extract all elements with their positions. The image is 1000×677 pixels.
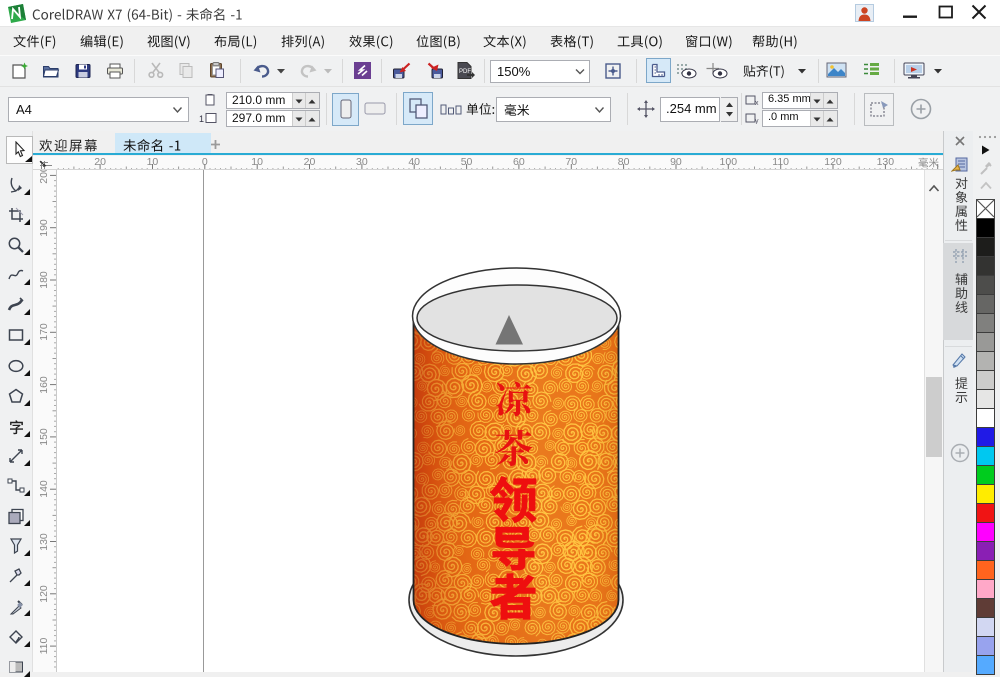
svg-text:x: x bbox=[755, 100, 759, 106]
svg-text:1: 1 bbox=[199, 114, 204, 124]
svg-text:y: y bbox=[755, 118, 759, 124]
